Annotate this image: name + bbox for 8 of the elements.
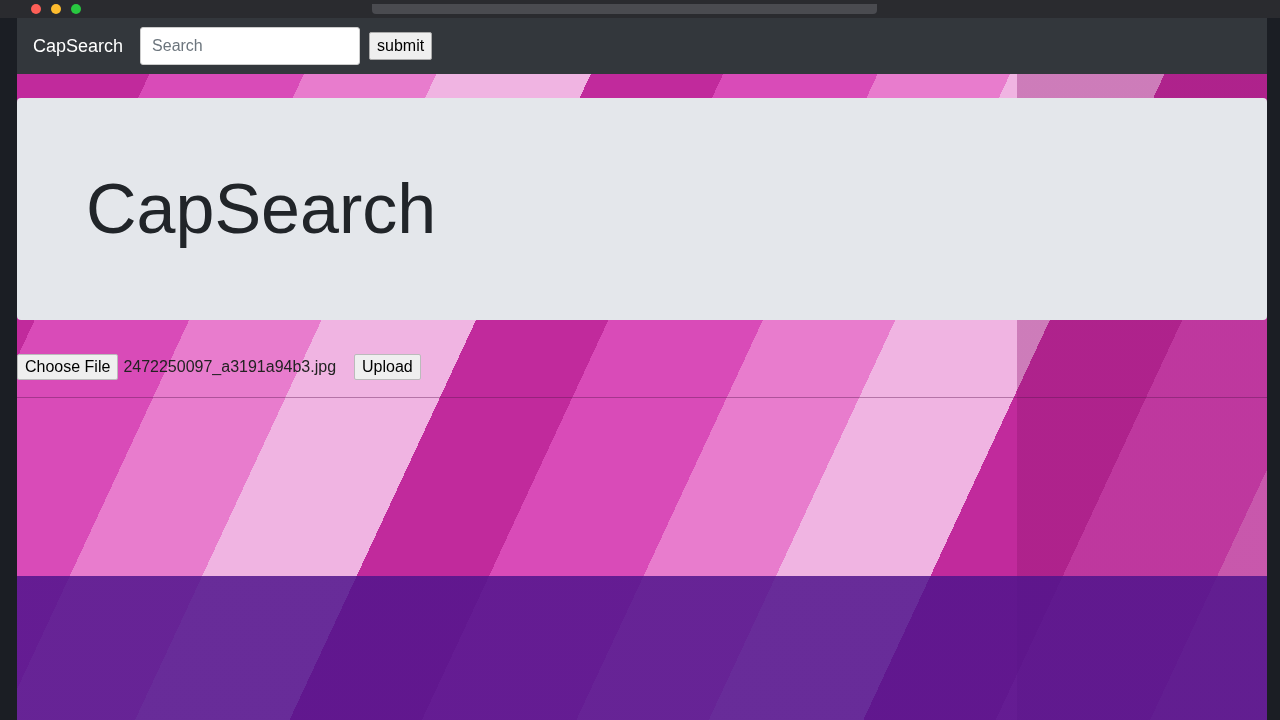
choose-file-button[interactable]: Choose File: [17, 354, 119, 380]
file-name: 2472250097_a3191a94b3.jpg: [123, 358, 337, 376]
window-controls-icon[interactable]: [30, 3, 82, 15]
upload-button[interactable]: Upload: [354, 354, 421, 380]
page-title: CapSearch: [86, 169, 437, 249]
search-field[interactable]: Search: [140, 27, 361, 65]
submit-button[interactable]: submit: [369, 32, 433, 60]
brand-link[interactable]: CapSearch: [33, 35, 124, 57]
